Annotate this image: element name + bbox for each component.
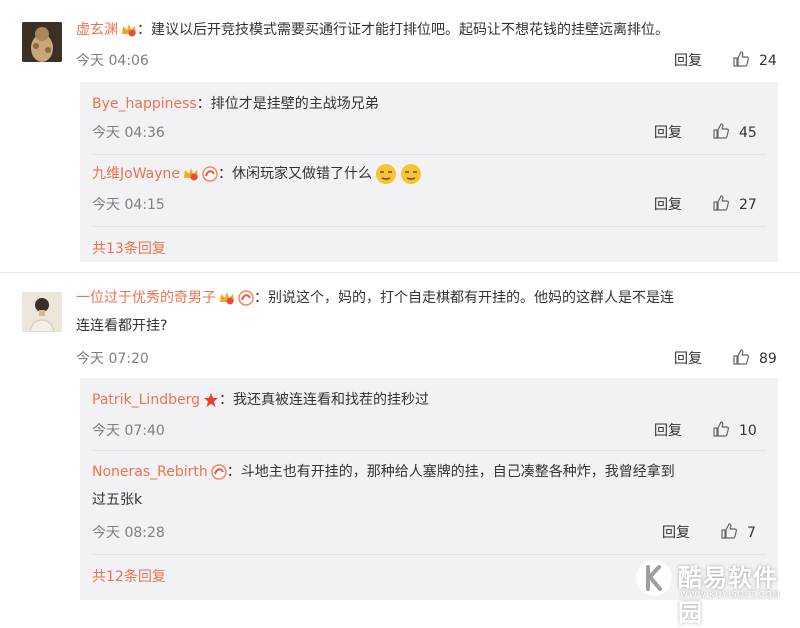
avatar[interactable] xyxy=(22,292,62,332)
like-count: 10 xyxy=(739,423,757,439)
comment-author[interactable]: 虚玄渊 xyxy=(76,22,118,38)
reply-button[interactable]: 回复 xyxy=(674,50,702,70)
fan-badge-icon xyxy=(202,166,218,182)
thumbs-up-icon xyxy=(721,523,737,539)
like-count: 89 xyxy=(759,351,777,367)
reply-text-cont: 过五张k xyxy=(92,492,143,508)
reply-time: 今天 04:36 xyxy=(92,125,165,141)
avatar[interactable] xyxy=(22,22,62,62)
reply-list: Bye_happiness：排位才是挂壁的主战场兄弟 今天 04:36 回复 4… xyxy=(80,82,778,262)
crown-badge-icon xyxy=(122,24,136,37)
comment-time: 今天 04:06 xyxy=(76,53,149,69)
like-button[interactable]: 24 xyxy=(732,50,777,69)
reply-time: 今天 08:28 xyxy=(92,525,165,541)
thumbs-up-icon xyxy=(713,195,729,211)
like-count: 45 xyxy=(739,125,757,141)
thumbs-up-icon xyxy=(713,123,729,139)
vip-badge-icon xyxy=(184,168,198,181)
thumbs-up-icon xyxy=(713,421,729,437)
thumbs-up-icon xyxy=(733,51,749,67)
reply-2: 九维JoWayne ：休闲玩家又做错了什么 今天 04:15 回复 27 xyxy=(80,154,778,226)
reply-text: ：斗地主也有开挂的，那种给人塞牌的挂，自己凑整各种炸，我曾经拿到 xyxy=(226,464,675,480)
like-button[interactable]: 89 xyxy=(732,348,777,367)
reply-time: 今天 04:15 xyxy=(92,197,165,213)
smug-emoji-icon xyxy=(401,164,421,184)
comment-text-cont: 连连看都开挂? xyxy=(76,318,168,334)
reply-author[interactable]: 九维JoWayne xyxy=(92,166,180,182)
like-button[interactable]: 27 xyxy=(712,194,757,213)
reply-text: ：我还真被连连看和找茬的挂秒过 xyxy=(218,392,429,408)
reply-text: ：排位才是挂壁的主战场兄弟 xyxy=(196,96,379,112)
more-replies-link[interactable]: 共13条回复 xyxy=(92,238,166,258)
like-button[interactable]: 7 xyxy=(720,522,756,541)
watermark-url: WWW.KUYISOFT.COM xyxy=(680,590,781,599)
divider xyxy=(92,226,766,227)
reply-author[interactable]: Bye_happiness xyxy=(92,96,197,112)
like-count: 7 xyxy=(747,525,756,541)
comment-text: ：建议以后开竞技模式需要买通行证才能打排位吧。起码让不想花钱的挂壁远离排位。 xyxy=(137,22,669,38)
reply-time: 今天 07:40 xyxy=(92,423,165,439)
star-badge-icon xyxy=(203,393,218,407)
fan-badge-icon xyxy=(238,290,254,306)
like-count: 27 xyxy=(739,197,757,213)
reply-author[interactable]: Noneras_Rebirth xyxy=(92,464,208,480)
reply-1: Bye_happiness：排位才是挂壁的主战场兄弟 今天 04:36 回复 4… xyxy=(80,82,778,154)
reply-button[interactable]: 回复 xyxy=(654,420,682,440)
reply-button[interactable]: 回复 xyxy=(654,194,682,214)
comment-text: ：别说这个，妈的，打个自走棋都有开挂的。他妈的这群人是不是连 xyxy=(254,290,674,306)
comment-time: 今天 07:20 xyxy=(76,351,149,367)
like-button[interactable]: 45 xyxy=(712,122,757,141)
reply-button[interactable]: 回复 xyxy=(674,348,702,368)
reply-text: ：休闲玩家又做错了什么 xyxy=(218,166,372,182)
thumbs-up-icon xyxy=(733,349,749,365)
comment-author[interactable]: 一位过于优秀的奇男子 xyxy=(76,290,216,306)
reply-2: Noneras_Rebirth ：斗地主也有开挂的，那种给人塞牌的挂，自己凑整各种… xyxy=(80,450,778,550)
reply-1: Patrik_Lindberg ：我还真被连连看和找茬的挂秒过 今天 07:40 … xyxy=(80,378,778,450)
comment-1: 虚玄渊 ：建议以后开竞技模式需要买通行证才能打排位吧。起码让不想花钱的挂壁远离排位… xyxy=(0,0,800,264)
reply-button[interactable]: 回复 xyxy=(662,522,690,542)
reply-button[interactable]: 回复 xyxy=(654,122,682,142)
crown-badge-icon xyxy=(220,292,234,305)
like-button[interactable]: 10 xyxy=(712,420,757,439)
watermark: 酷易软件园 WWW.KUYISOFT.COM xyxy=(632,554,794,627)
smug-emoji-icon xyxy=(376,164,396,184)
reply-author[interactable]: Patrik_Lindberg xyxy=(92,392,200,408)
more-replies-link[interactable]: 共12条回复 xyxy=(92,566,166,586)
like-count: 24 xyxy=(759,53,777,69)
fan-badge-icon xyxy=(211,464,227,480)
